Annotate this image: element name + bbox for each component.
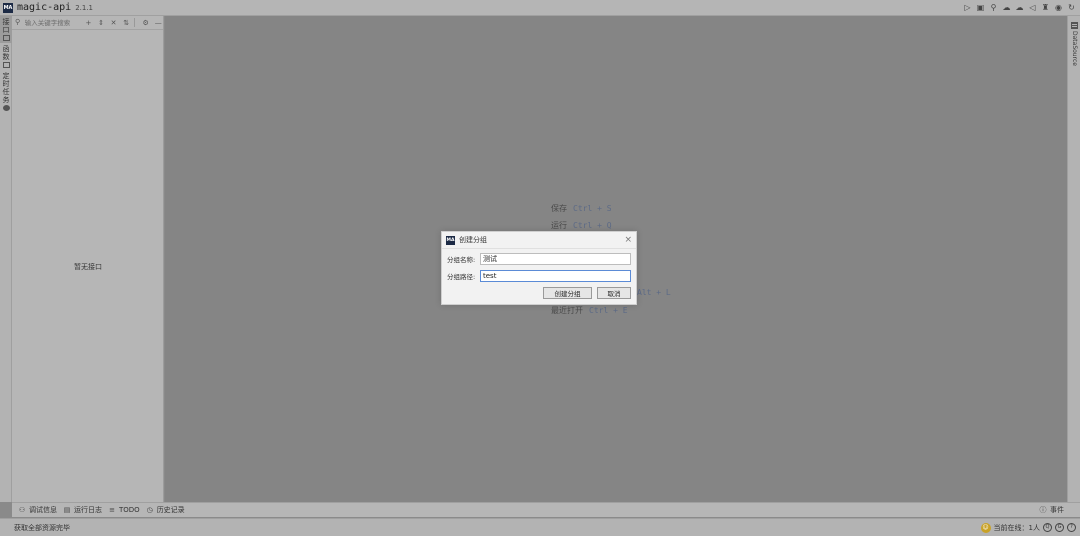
status-right: ☺ 当前在线：1人 Q G ? xyxy=(980,522,1076,533)
push-icon[interactable]: ◁ xyxy=(1028,3,1037,12)
tab-function-label: 函数 xyxy=(2,45,10,61)
save-icon[interactable]: ▣ xyxy=(976,3,985,12)
tab-debug-info-label: 调试信息 xyxy=(29,506,57,514)
clock-icon xyxy=(2,105,10,111)
left-tab-strip: 接口 函数 定时任务 xyxy=(0,16,12,502)
status-text: 获取全部资源完毕 xyxy=(14,523,70,532)
tab-run-log-label: 运行日志 xyxy=(74,506,102,514)
shortcut-keys: Alt + L xyxy=(637,288,671,297)
group-name-input[interactable] xyxy=(480,252,631,265)
search-icon[interactable]: ⚲ xyxy=(989,3,998,12)
title-bar: MA magic-api 2.1.1 ▷ ▣ ⚲ ☁ ☁ ◁ ♜ ◉ ↻ xyxy=(0,0,1080,16)
right-tab-strip: DataSource xyxy=(1067,16,1080,502)
empty-api-text: 暂无接口 xyxy=(74,263,102,271)
shortcut-label: 运行 xyxy=(551,221,567,230)
api-icon xyxy=(2,35,10,41)
history-icon: ◷ xyxy=(146,506,153,514)
online-count: 当前在线：1人 xyxy=(993,523,1040,532)
log-icon: ▤ xyxy=(63,506,71,514)
tab-event[interactable]: ⓘ 事件 xyxy=(1039,505,1065,515)
title-toolbar: ▷ ▣ ⚲ ☁ ☁ ◁ ♜ ◉ ↻ xyxy=(963,3,1076,12)
download-icon[interactable]: ☁ xyxy=(1002,3,1011,12)
dialog-title: 创建分组 xyxy=(459,236,487,244)
create-group-button[interactable]: 创建分组 xyxy=(543,287,592,299)
dialog-buttons: 创建分组 取消 xyxy=(543,287,631,299)
tab-datasource-label: DataSource xyxy=(1071,31,1078,66)
tab-run-log[interactable]: ▤ 运行日志 xyxy=(63,505,102,515)
app-name: magic-api xyxy=(17,2,72,13)
shortcut-run: 运行 Ctrl + Q xyxy=(551,220,612,231)
upload-icon[interactable]: ☁ xyxy=(1015,3,1024,12)
expand-collapse-icon[interactable]: ⇕ xyxy=(96,19,106,27)
group-name-label: 分组名称: xyxy=(447,255,476,264)
shortcut-label: 最近打开 xyxy=(551,306,583,315)
tab-datasource[interactable]: DataSource xyxy=(1070,22,1079,66)
avatar: ☺ xyxy=(980,522,991,533)
tab-api-label: 接口 xyxy=(2,18,10,34)
run-icon[interactable]: ▷ xyxy=(963,3,972,12)
tab-history-label: 历史记录 xyxy=(156,506,185,514)
search-input[interactable] xyxy=(24,17,81,28)
shortcut-label: 保存 xyxy=(551,204,567,213)
tab-task[interactable]: 定时任务 xyxy=(0,70,12,113)
app-version: 2.1.1 xyxy=(75,3,93,12)
dialog-logo: MA xyxy=(446,235,455,245)
more-icon[interactable]: — xyxy=(153,19,163,27)
group-path-input[interactable] xyxy=(480,269,631,282)
tab-todo-label: TODO xyxy=(119,506,140,514)
shortcut-save: 保存 Ctrl + S xyxy=(551,203,612,214)
settings-icon[interactable]: ⚙ xyxy=(141,19,151,27)
qq-icon[interactable]: Q xyxy=(1043,523,1052,532)
toolbar-divider xyxy=(133,18,135,27)
shortcut-keys: Ctrl + S xyxy=(573,204,612,213)
add-group-icon[interactable]: + xyxy=(84,19,94,27)
group-path-label: 分组路径: xyxy=(447,272,476,281)
event-icon: ⓘ xyxy=(1039,506,1047,514)
help-icon[interactable]: ? xyxy=(1067,523,1076,532)
skin-icon[interactable]: ♜ xyxy=(1041,3,1050,12)
close-icon[interactable]: × xyxy=(624,235,632,245)
tab-function[interactable]: 函数 xyxy=(0,43,12,70)
api-tree-panel: ⚲ + ⇕ ✕ ⇅ ⚙ — 暂无接口 xyxy=(12,16,164,502)
tab-debug-info[interactable]: ⚇ 调试信息 xyxy=(18,505,57,515)
tab-event-label: 事件 xyxy=(1050,506,1064,514)
search-icon: ⚲ xyxy=(15,18,21,26)
tab-todo[interactable]: ≡ TODO xyxy=(108,506,140,514)
close-all-icon[interactable]: ✕ xyxy=(109,19,119,27)
sort-icon[interactable]: ⇅ xyxy=(121,19,131,27)
shortcut-recent: 最近打开 Ctrl + E xyxy=(551,305,628,316)
tab-task-label: 定时任务 xyxy=(2,72,10,104)
list-icon: ≡ xyxy=(109,506,115,514)
status-bar: 获取全部资源完毕 ☺ 当前在线：1人 Q G ? xyxy=(0,518,1080,536)
shortcut-keys: Ctrl + Q xyxy=(573,221,612,230)
bottom-toolbar: ⚇ 调试信息 ▤ 运行日志 ≡ TODO ◷ 历史记录 ⓘ 事件 xyxy=(12,502,1080,517)
tab-api[interactable]: 接口 xyxy=(0,16,12,43)
cancel-button[interactable]: 取消 xyxy=(597,287,631,299)
app-logo: MA xyxy=(3,2,13,13)
panel-search-bar: ⚲ + ⇕ ✕ ⇅ ⚙ — xyxy=(12,16,163,30)
github-icon[interactable]: ◉ xyxy=(1054,3,1063,12)
tab-history[interactable]: ◷ 历史记录 xyxy=(146,505,185,515)
github-icon[interactable]: G xyxy=(1055,523,1064,532)
bug-icon: ⚇ xyxy=(18,506,26,514)
dialog-header: MA 创建分组 × xyxy=(442,232,636,249)
refresh-icon[interactable]: ↻ xyxy=(1067,3,1076,12)
function-icon xyxy=(2,62,10,68)
database-icon xyxy=(1071,22,1078,29)
shortcut-alt-l: Alt + L xyxy=(637,288,671,297)
create-group-dialog: MA 创建分组 × 分组名称: 分组路径: 创建分组 取消 xyxy=(441,231,637,305)
group-path-row: 分组路径: xyxy=(442,268,636,283)
shortcut-keys: Ctrl + E xyxy=(589,306,628,315)
group-name-row: 分组名称: xyxy=(442,251,636,266)
